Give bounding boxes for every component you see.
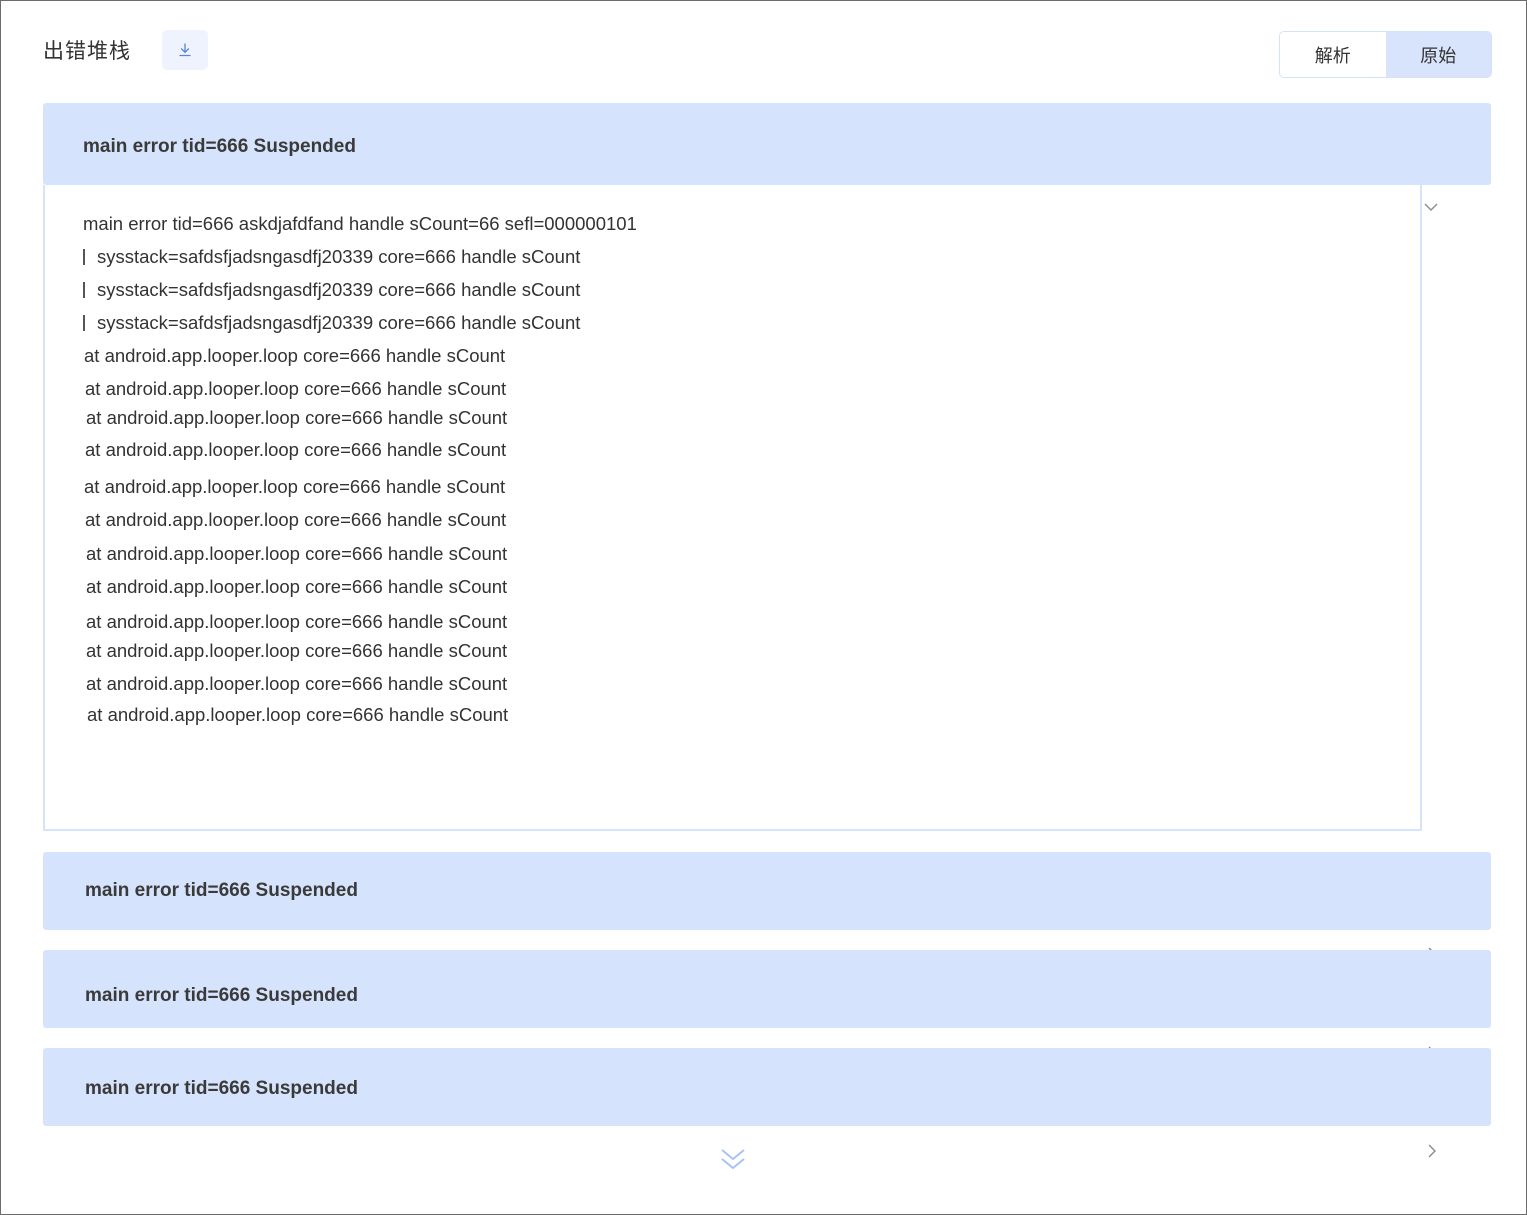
stack-panel-title: main error tid=666 Suspended xyxy=(85,985,358,1006)
stack-panel-header[interactable]: main error tid=666 Suspended xyxy=(43,950,1491,1028)
stack-line: at android.app.looper.loop core=666 hand… xyxy=(86,640,508,661)
stack-panel-title: main error tid=666 Suspended xyxy=(83,136,356,157)
view-mode-toggle: 解析 原始 xyxy=(1279,31,1492,78)
stack-line: main error tid=666 askdjafdfand handle s… xyxy=(83,213,637,234)
stack-line: sysstack=safdsfjadsngasdfj20339 core=666… xyxy=(83,279,580,301)
stack-panel-title: main error tid=666 Suspended xyxy=(85,880,358,901)
error-stack-card: 出错堆栈 解析 原始 main error tid=666 Suspended … xyxy=(0,0,1527,1215)
stack-line: at android.app.looper.loop core=666 hand… xyxy=(86,576,508,597)
stack-line: at android.app.looper.loop core=666 hand… xyxy=(84,476,506,497)
stack-line: at android.app.looper.loop core=666 hand… xyxy=(86,673,508,694)
stack-line: at android.app.looper.loop core=666 hand… xyxy=(86,407,508,428)
stack-line: sysstack=safdsfjadsngasdfj20339 core=666… xyxy=(83,312,580,334)
page-title: 出错堆栈 xyxy=(43,39,131,63)
stack-line: at android.app.looper.loop core=666 hand… xyxy=(85,439,507,460)
toggle-raw[interactable]: 原始 xyxy=(1385,32,1491,77)
stack-line: at android.app.looper.loop core=666 hand… xyxy=(87,704,509,725)
stack-line: at android.app.looper.loop core=666 hand… xyxy=(86,543,508,564)
chevron-down-icon[interactable] xyxy=(1422,198,1440,216)
stack-panel-header[interactable]: main error tid=666 Suspended xyxy=(43,852,1491,930)
stack-panel-header[interactable]: main error tid=666 Suspended xyxy=(43,103,1491,185)
double-chevron-down-icon[interactable] xyxy=(718,1145,748,1173)
stack-line: at android.app.looper.loop core=666 hand… xyxy=(86,611,508,632)
stack-line: at android.app.looper.loop core=666 hand… xyxy=(85,378,507,399)
stack-line: at android.app.looper.loop core=666 hand… xyxy=(85,509,507,530)
stack-line: sysstack=safdsfjadsngasdfj20339 core=666… xyxy=(83,246,580,268)
toggle-parsed[interactable]: 解析 xyxy=(1280,32,1386,77)
download-button[interactable] xyxy=(162,30,208,70)
chevron-right-icon[interactable] xyxy=(1423,1142,1441,1160)
download-icon xyxy=(179,43,191,57)
stack-panel-header[interactable]: main error tid=666 Suspended xyxy=(43,1048,1491,1126)
stack-line: at android.app.looper.loop core=666 hand… xyxy=(84,345,506,366)
stack-panel-title: main error tid=666 Suspended xyxy=(85,1078,358,1099)
stack-panel-body: main error tid=666 askdjafdfand handle s… xyxy=(43,185,1422,831)
